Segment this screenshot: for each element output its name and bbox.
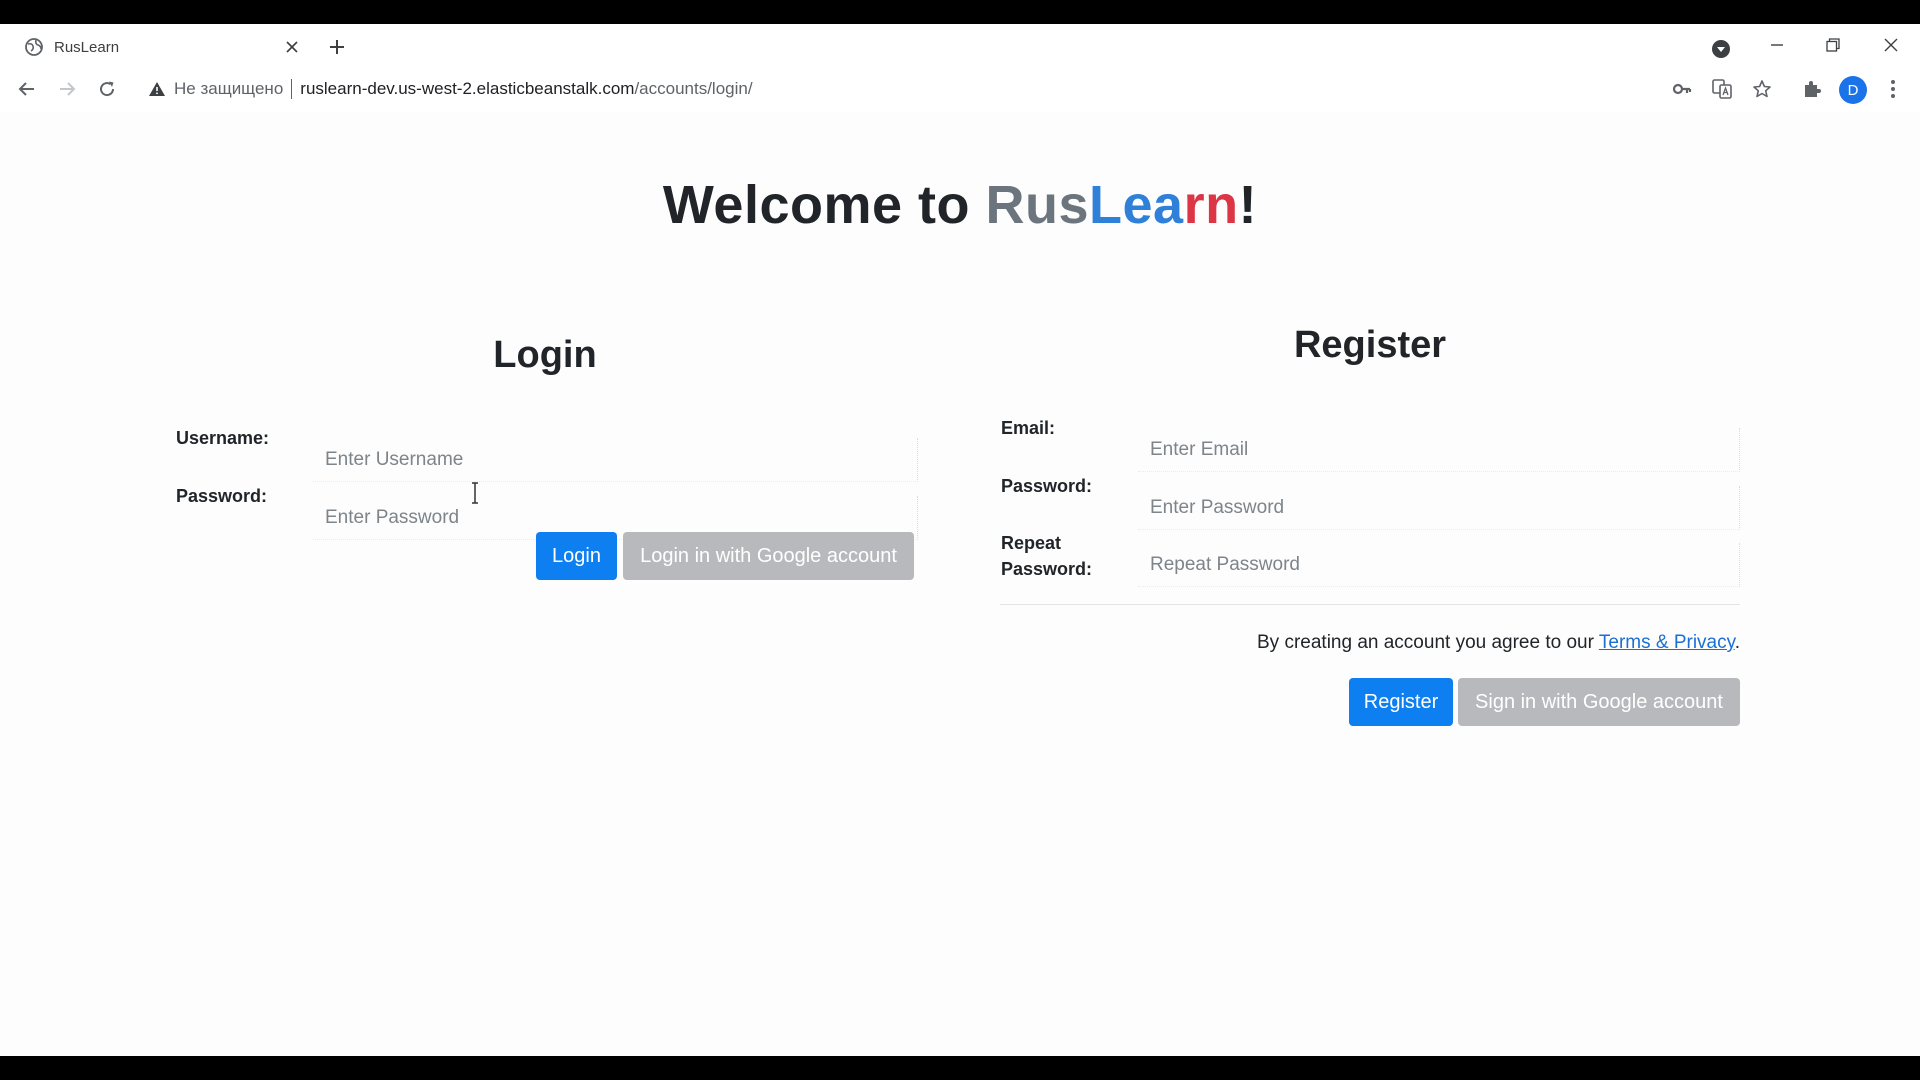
back-arrow-icon[interactable] — [12, 74, 42, 104]
browser-toolbar: Не защищено ruslearn-dev.us-west-2.elast… — [0, 66, 1920, 112]
register-title: Register — [1293, 324, 1447, 366]
login-button[interactable]: Login — [536, 532, 617, 580]
tab-ruslearn[interactable]: RusLearn — [12, 28, 306, 66]
browser-window: RusLearn Не защищено ruslearn-dev.us-wes… — [0, 24, 1920, 1056]
reload-icon[interactable] — [92, 74, 122, 104]
close-window-icon[interactable] — [1868, 28, 1914, 62]
globe-icon — [25, 38, 43, 56]
email-input[interactable] — [1138, 428, 1740, 472]
register-button[interactable]: Register — [1349, 678, 1453, 726]
repeat-label-line2: Password: — [1001, 559, 1093, 579]
browser-menu-icon[interactable] — [1878, 74, 1908, 104]
profile-initial: D — [1847, 81, 1859, 99]
minimize-icon[interactable] — [1754, 28, 1800, 62]
top-frame-bar — [0, 0, 1920, 24]
url-path: /accounts/login/ — [634, 79, 753, 98]
welcome-heading: Welcome to RusLearn! — [0, 174, 1920, 236]
translate-icon[interactable] — [1707, 74, 1737, 104]
bottom-frame-bar — [0, 1056, 1920, 1080]
login-title: Login — [493, 334, 597, 376]
repeat-password-input[interactable] — [1138, 543, 1740, 587]
page-content: Welcome to RusLearn! Login Username: Pas… — [0, 112, 1920, 1056]
terms-agreement-text: By creating an account you agree to our … — [1000, 632, 1740, 654]
warning-icon — [149, 82, 165, 96]
tab-title: RusLearn — [54, 38, 120, 56]
brand-lea: Lea — [1089, 175, 1184, 235]
agree-suffix: . — [1734, 632, 1740, 653]
omnibox-separator — [291, 79, 293, 99]
login-google-button[interactable]: Login in with Google account — [623, 532, 914, 580]
username-input[interactable] — [313, 438, 918, 482]
welcome-suffix: ! — [1238, 175, 1258, 235]
url-host: ruslearn-dev.us-west-2.elasticbeanstalk.… — [300, 79, 635, 98]
security-status[interactable]: Не защищено — [174, 79, 283, 99]
key-icon[interactable] — [1667, 74, 1697, 104]
forward-arrow-icon[interactable] — [52, 74, 82, 104]
register-password-label: Password: — [1001, 476, 1093, 496]
email-label: Email: — [1001, 418, 1056, 438]
username-label: Username: — [176, 428, 270, 448]
register-password-input[interactable] — [1138, 486, 1740, 530]
profile-avatar[interactable]: D — [1839, 76, 1867, 104]
terms-privacy-link[interactable]: Terms & Privacy — [1599, 632, 1735, 653]
welcome-prefix: Welcome to — [662, 175, 986, 235]
register-divider — [1000, 604, 1740, 605]
repeat-password-label: Repeat Password: — [1001, 530, 1092, 582]
register-google-button[interactable]: Sign in with Google account — [1458, 678, 1740, 726]
repeat-label-line1: Repeat — [1001, 533, 1062, 553]
new-tab-icon[interactable] — [322, 32, 352, 62]
agree-prefix: By creating an account you agree to our — [1257, 632, 1599, 653]
tab-strip: RusLearn — [0, 24, 1920, 66]
brand-rus: Rus — [985, 175, 1090, 235]
text-cursor-icon — [472, 482, 478, 504]
extensions-puzzle-icon[interactable] — [1797, 74, 1827, 104]
bookmark-star-icon[interactable] — [1747, 74, 1777, 104]
brand-rn: rn — [1183, 175, 1239, 235]
password-label: Password: — [176, 486, 268, 506]
tab-search-icon[interactable] — [1706, 34, 1736, 64]
address-bar[interactable]: Не защищено ruslearn-dev.us-west-2.elast… — [138, 72, 1658, 106]
tab-close-icon[interactable] — [280, 35, 304, 59]
restore-icon[interactable] — [1810, 28, 1856, 62]
